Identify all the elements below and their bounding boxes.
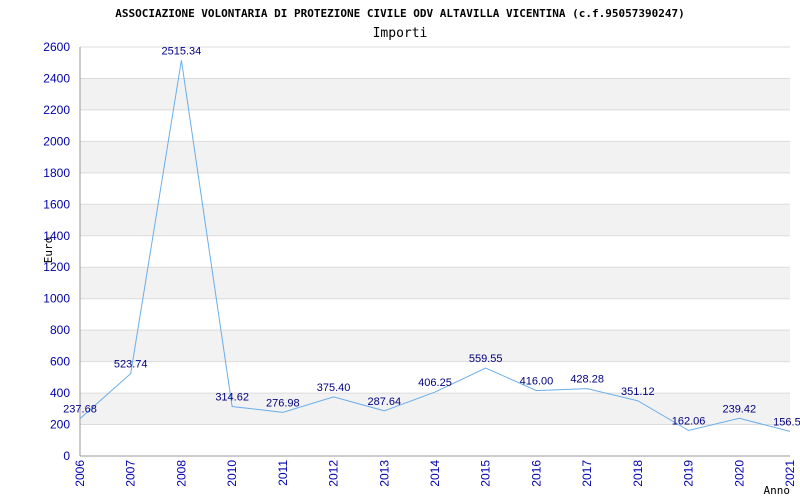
data-label: 559.55 <box>469 353 503 365</box>
x-tick-label: 2015 <box>479 460 493 487</box>
data-label: 276.98 <box>266 397 300 409</box>
x-tick-label: 2017 <box>580 460 594 487</box>
series-line <box>79 60 791 432</box>
data-label: 416.00 <box>520 376 554 388</box>
x-tick-label: 2008 <box>174 460 188 487</box>
x-tick-label: 2010 <box>225 460 239 487</box>
data-label: 2515.34 <box>162 45 202 57</box>
chart-subtitle: Importi <box>373 26 428 41</box>
series-polyline <box>79 60 791 432</box>
data-label: 314.62 <box>215 392 249 404</box>
y-tick-label: 2200 <box>43 103 70 117</box>
y-tick-label: 400 <box>50 386 70 400</box>
y-tick-label: 2000 <box>43 134 70 148</box>
x-tick-label: 2018 <box>631 460 645 487</box>
x-tick-labels: 2006 2007 2008 2010 2011 2012 2013 2014 2015 2016… <box>73 460 797 487</box>
x-tick-label: 2012 <box>327 460 341 487</box>
x-tick-label: 2021 <box>783 460 797 487</box>
grid-band <box>80 330 790 362</box>
y-tick-label: 2600 <box>43 40 70 54</box>
x-tick-label: 2011 <box>276 460 290 486</box>
data-label: 156.59 <box>773 416 800 428</box>
grid-band <box>80 267 790 299</box>
y-tick-label: 1000 <box>43 292 70 306</box>
x-tick-label: 2020 <box>732 460 746 487</box>
x-tick-label: 2006 <box>73 460 87 487</box>
y-tick-label: 200 <box>50 418 70 432</box>
y-tick-label: 800 <box>50 323 70 337</box>
grid-band <box>80 204 790 236</box>
x-tick-label: 2013 <box>377 460 391 487</box>
line-chart: 0200400600800100012001400160018002000220… <box>42 7 800 497</box>
x-axis-label: Anno <box>764 484 791 497</box>
x-tick-label: 2014 <box>428 460 442 487</box>
x-tick-label: 2016 <box>529 460 543 487</box>
data-label: 239.42 <box>722 403 756 415</box>
data-label: 375.40 <box>317 382 351 394</box>
x-tick-label: 2019 <box>682 460 696 487</box>
data-label: 523.74 <box>114 359 148 371</box>
y-axis-label: Euro <box>42 237 55 264</box>
data-label: 162.06 <box>672 416 706 428</box>
y-tick-label: 2400 <box>43 71 70 85</box>
grid-band <box>80 141 790 173</box>
grid-bands <box>80 78 790 425</box>
y-tick-label: 600 <box>50 355 70 369</box>
data-label: 428.28 <box>570 374 604 386</box>
x-tick-label: 2007 <box>124 460 138 487</box>
y-tick-label: 1600 <box>43 197 70 211</box>
y-tick-label: 1800 <box>43 166 70 180</box>
y-tick-label: 0 <box>63 449 70 463</box>
data-label: 406.25 <box>418 377 452 389</box>
data-label: 351.12 <box>621 386 655 398</box>
data-label: 287.64 <box>367 396 401 408</box>
chart-title: ASSOCIAZIONE VOLONTARIA DI PROTEZIONE CI… <box>115 7 685 20</box>
data-label: 237.68 <box>63 404 97 416</box>
